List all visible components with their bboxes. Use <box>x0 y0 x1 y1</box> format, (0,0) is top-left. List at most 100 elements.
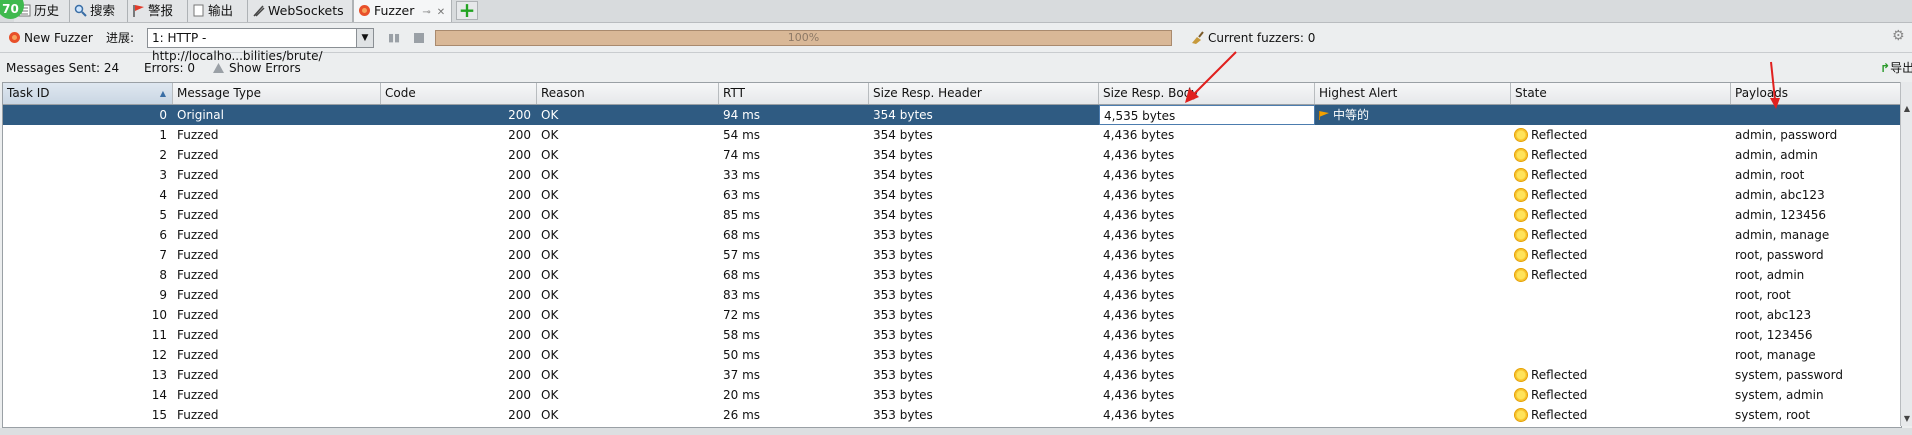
chevron-down-icon[interactable]: ▼ <box>356 29 373 47</box>
tab-fuzzer[interactable]: Fuzzer ⊸ ✕ <box>353 0 452 22</box>
export-button[interactable]: ↱导出 <box>1880 60 1912 76</box>
tab-alerts[interactable]: 警报 <box>128 0 188 22</box>
cell-code: 200 <box>381 285 537 305</box>
cell-reason-text: OK <box>541 108 559 122</box>
col-message-type[interactable]: Message Type <box>173 83 381 104</box>
export-icon: ↱ <box>1880 61 1891 75</box>
show-errors-button[interactable]: Show Errors <box>212 60 301 78</box>
cell-rtt-text: 94 ms <box>723 108 761 122</box>
sort-asc-icon: ▲ <box>159 89 166 98</box>
pin-icon[interactable]: ⊸ <box>422 7 430 18</box>
col-reason[interactable]: Reason <box>537 83 719 104</box>
table-row[interactable]: 1 Fuzzed 200 OK 54 ms 354 bytes 4,436 bytes Ref… <box>3 125 1901 145</box>
progress-text: 100% <box>787 31 820 44</box>
cell-hdr-text: 353 bytes <box>873 388 933 402</box>
table-row[interactable]: 9 Fuzzed 200 OK 83 ms 353 bytes 4,436 bytes roo… <box>3 285 1901 305</box>
vertical-scrollbar[interactable]: ▲ ▼ <box>1900 82 1912 426</box>
cell-alert <box>1315 385 1511 405</box>
messages-sent: Messages Sent: 24 <box>6 61 120 75</box>
table-row[interactable]: 8 Fuzzed 200 OK 68 ms 353 bytes 4,436 bytes Ref… <box>3 265 1901 285</box>
annotation-arrow-payloads <box>1770 61 1780 109</box>
cell-code-text: 200 <box>508 288 531 302</box>
cell-hdr: 353 bytes <box>869 365 1099 385</box>
cell-code-text: 200 <box>508 228 531 242</box>
table-row[interactable]: 6 Fuzzed 200 OK 68 ms 353 bytes 4,436 bytes Ref… <box>3 225 1901 245</box>
stop-icon[interactable] <box>414 31 424 47</box>
fuzzer-select[interactable]: 1: HTTP - http://localho...bilities/brut… <box>147 28 374 63</box>
table-row[interactable]: 14 Fuzzed 200 OK 20 ms 353 bytes 4,436 bytes Re… <box>3 385 1901 405</box>
table-row[interactable]: 15 Fuzzed 200 OK 26 ms 353 bytes 4,436 bytes Re… <box>3 405 1901 425</box>
cell-type-text: Fuzzed <box>177 128 219 142</box>
cell-body: 4,436 bytes <box>1099 285 1315 305</box>
col-code[interactable]: Code <box>381 83 537 104</box>
cell-reason: OK <box>537 245 719 265</box>
table-row[interactable]: 13 Fuzzed 200 OK 37 ms 353 bytes 4,436 bytes Re… <box>3 365 1901 385</box>
tab-output-label: 输出 <box>208 3 234 18</box>
cell-code-text: 200 <box>508 348 531 362</box>
col-highest-alert[interactable]: Highest Alert <box>1315 83 1511 104</box>
new-fuzzer-button[interactable]: New Fuzzer <box>8 30 93 48</box>
cell-payload: admin, root <box>1731 165 1901 185</box>
cell-payload-text: system, admin <box>1735 388 1824 402</box>
cell-reason-text: OK <box>541 148 559 162</box>
table-row[interactable]: 12 Fuzzed 200 OK 50 ms 353 bytes 4,436 bytes ro… <box>3 345 1901 365</box>
cell-body[interactable]: 4,535 bytes <box>1099 105 1315 125</box>
close-tab-icon[interactable]: ✕ <box>437 7 445 18</box>
cell-alert <box>1315 285 1511 305</box>
cell-id-text: 13 <box>151 368 167 382</box>
cell-state: Reflected <box>1511 365 1731 385</box>
cell-id: 7 <box>3 245 173 265</box>
tab-output[interactable]: 输出 <box>188 0 248 22</box>
cell-payload: root, 123456 <box>1731 325 1901 345</box>
table-row[interactable]: 5 Fuzzed 200 OK 85 ms 354 bytes 4,436 bytes Ref… <box>3 205 1901 225</box>
cell-body-text: 4,436 bytes <box>1103 128 1175 142</box>
table-row[interactable]: 11 Fuzzed 200 OK 58 ms 353 bytes 4,436 bytes ro… <box>3 325 1901 345</box>
progress-bar: 100% <box>435 30 1172 46</box>
cell-alert <box>1315 245 1511 265</box>
table-row[interactable]: 7 Fuzzed 200 OK 57 ms 353 bytes 4,436 bytes Ref… <box>3 245 1901 265</box>
col-size-resp-header[interactable]: Size Resp. Header <box>869 83 1099 104</box>
col-task-id[interactable]: Task ID ▲ <box>3 83 173 104</box>
cell-type-text: Original <box>177 108 224 122</box>
cell-code: 200 <box>381 305 537 325</box>
cell-state <box>1511 105 1731 125</box>
cell-hdr: 353 bytes <box>869 405 1099 425</box>
cell-reason-text: OK <box>541 308 559 322</box>
col-payloads[interactable]: Payloads <box>1731 83 1901 104</box>
settings-gear-icon[interactable]: ⚙ <box>1892 28 1905 44</box>
cell-reason-text: OK <box>541 128 559 142</box>
cell-state: Reflected <box>1511 265 1731 285</box>
table-row[interactable]: 4 Fuzzed 200 OK 63 ms 354 bytes 4,436 bytes Ref… <box>3 185 1901 205</box>
tab-search[interactable]: 搜索 <box>70 0 128 22</box>
cell-hdr: 354 bytes <box>869 145 1099 165</box>
cell-body-text: 4,436 bytes <box>1103 208 1175 222</box>
cell-body-text: 4,436 bytes <box>1103 328 1175 342</box>
scroll-up-icon[interactable]: ▲ <box>1902 104 1912 114</box>
cell-rtt-text: 54 ms <box>723 128 761 142</box>
cell-code-text: 200 <box>508 188 531 202</box>
cell-state-text: Reflected <box>1531 388 1588 402</box>
cell-state-text: Reflected <box>1531 368 1588 382</box>
cell-reason: OK <box>537 145 719 165</box>
add-tab-button[interactable]: + <box>456 0 478 20</box>
table-row[interactable]: 10 Fuzzed 200 OK 72 ms 353 bytes 4,436 bytes ro… <box>3 305 1901 325</box>
cell-rtt: 85 ms <box>719 205 869 225</box>
cell-reason-text: OK <box>541 388 559 402</box>
cell-reason: OK <box>537 365 719 385</box>
col-rtt[interactable]: RTT <box>719 83 869 104</box>
table-row[interactable]: 0 Original 200 OK 94 ms 354 bytes 4,535 bytes 中… <box>3 105 1901 125</box>
cell-reason-text: OK <box>541 368 559 382</box>
cell-type-text: Fuzzed <box>177 208 219 222</box>
tab-websockets[interactable]: WebSockets <box>248 0 353 22</box>
table-row[interactable]: 3 Fuzzed 200 OK 33 ms 354 bytes 4,436 bytes Ref… <box>3 165 1901 185</box>
table-row[interactable]: 2 Fuzzed 200 OK 74 ms 354 bytes 4,436 bytes Ref… <box>3 145 1901 165</box>
cell-type: Fuzzed <box>173 365 381 385</box>
cell-payload-text: admin, abc123 <box>1735 188 1825 202</box>
cell-state: Reflected <box>1511 205 1731 225</box>
cell-payload-text: admin, manage <box>1735 228 1830 242</box>
cell-reason: OK <box>537 345 719 365</box>
scroll-down-icon[interactable]: ▼ <box>1902 414 1912 424</box>
pause-icon[interactable]: ▮▮ <box>388 30 400 46</box>
cell-body: 4,436 bytes <box>1099 305 1315 325</box>
col-state[interactable]: State <box>1511 83 1731 104</box>
